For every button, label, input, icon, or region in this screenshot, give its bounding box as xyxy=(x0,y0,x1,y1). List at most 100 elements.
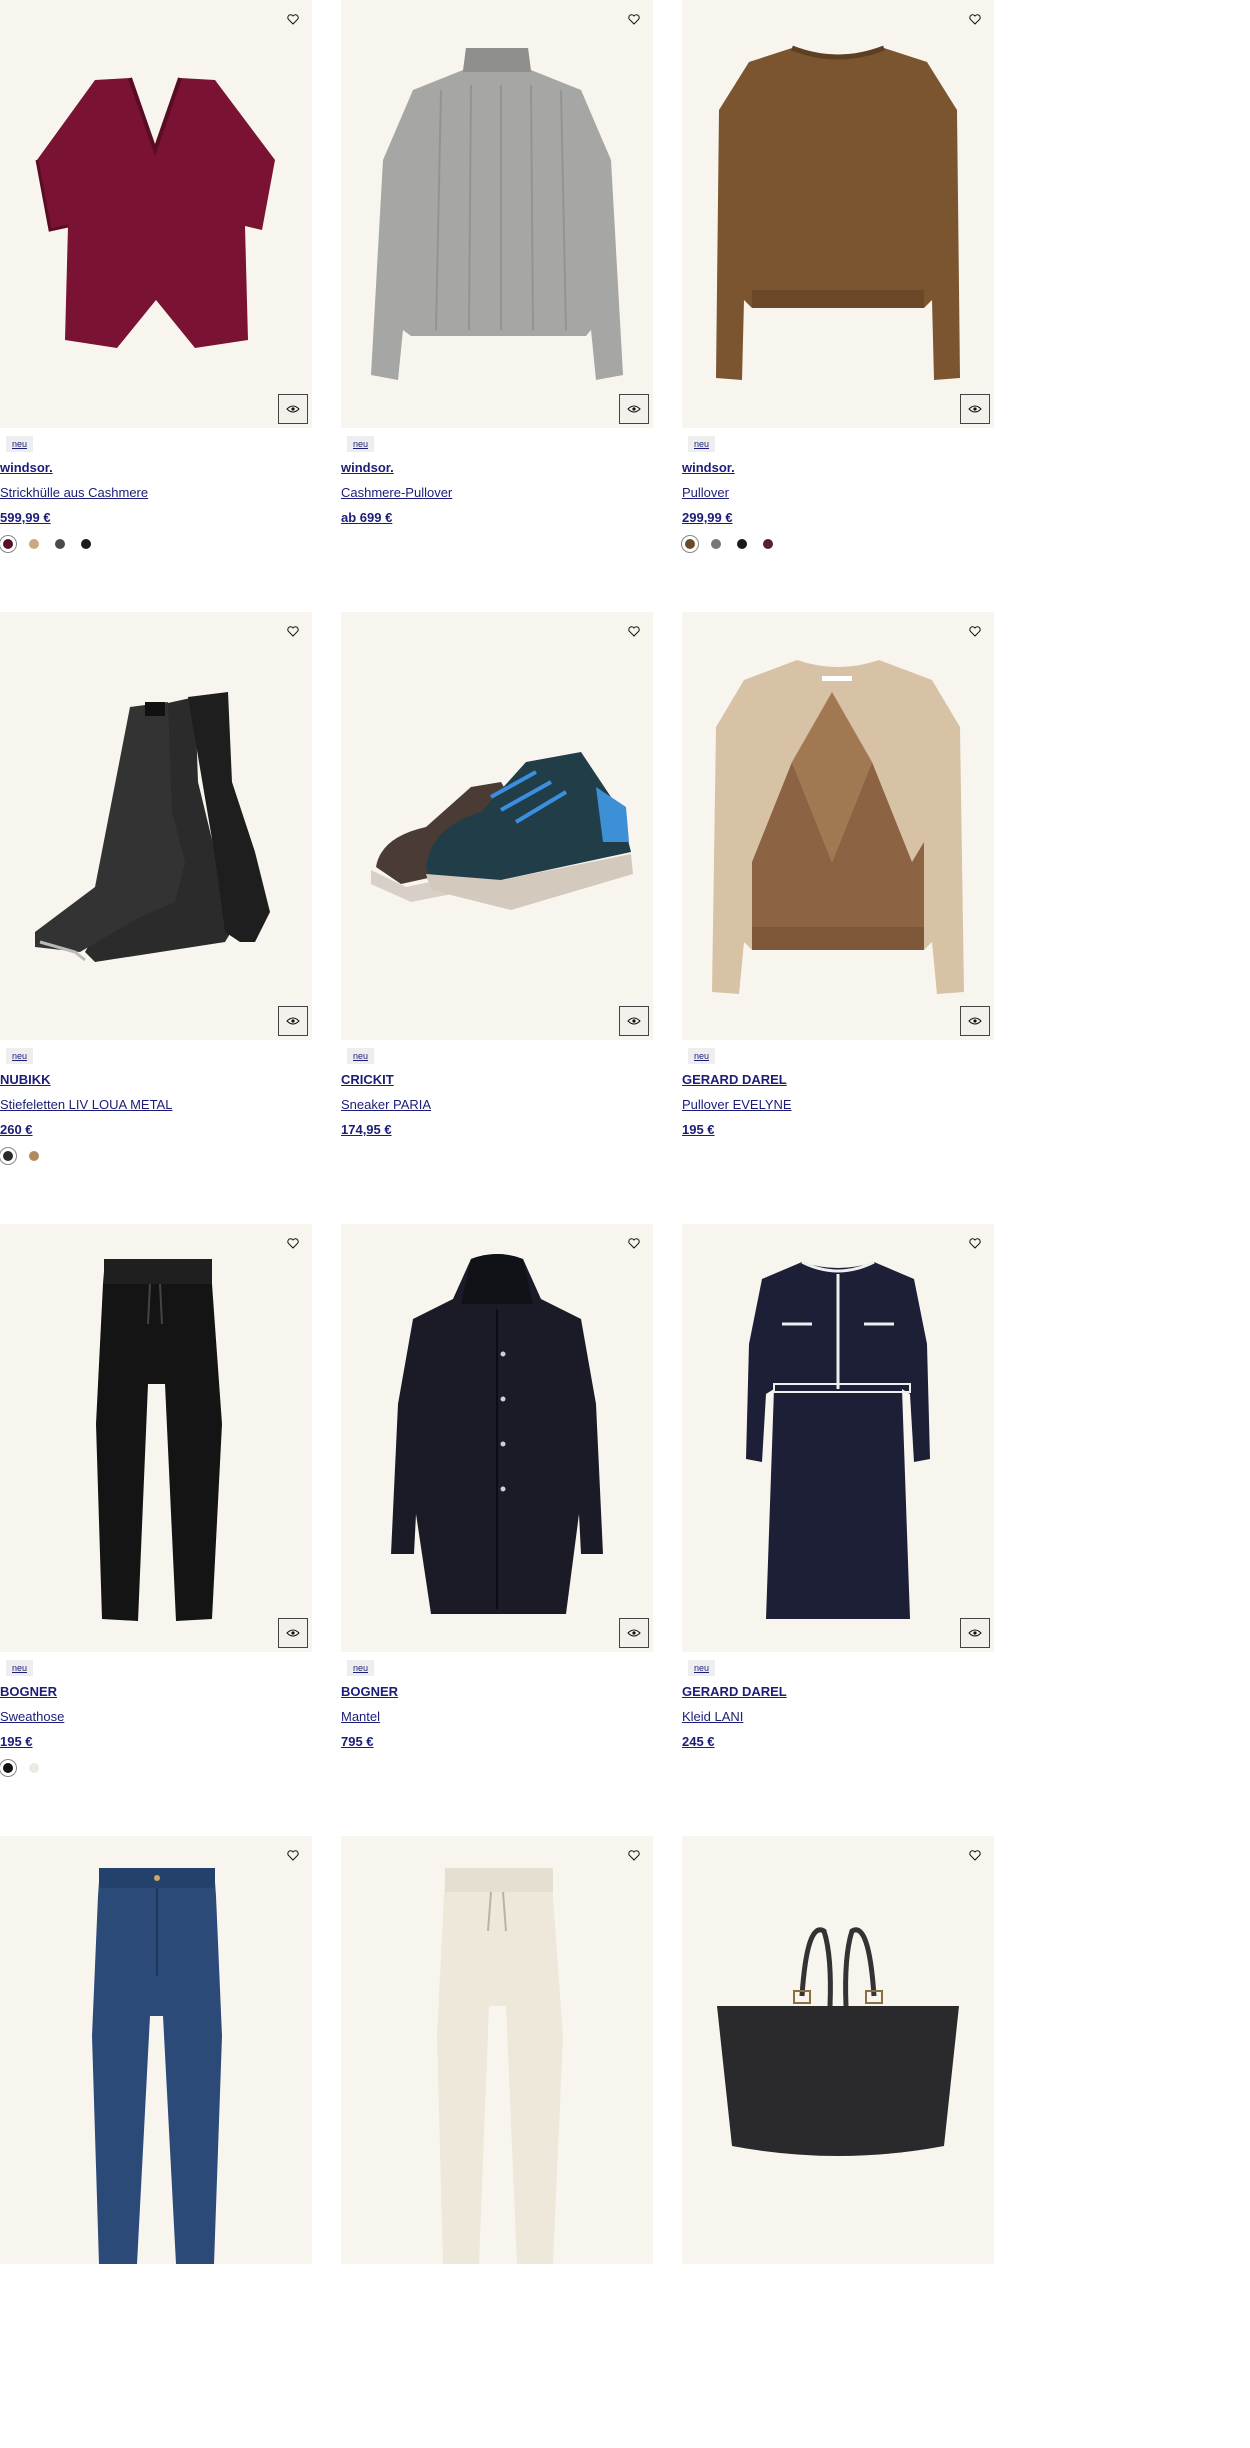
wishlist-button[interactable] xyxy=(966,622,984,640)
product-name[interactable]: Strickhülle aus Cashmere xyxy=(0,485,312,500)
product-price[interactable]: 299,99 € xyxy=(682,510,994,525)
color-swatch[interactable] xyxy=(81,539,91,549)
product-image[interactable] xyxy=(341,1224,653,1652)
product-brand[interactable]: windsor. xyxy=(0,460,312,475)
product-brand[interactable]: GERARD DAREL xyxy=(682,1072,994,1087)
product-name[interactable]: Cashmere-Pullover xyxy=(341,485,653,500)
product-name[interactable]: Pullover xyxy=(682,485,994,500)
product-price[interactable]: 260 € xyxy=(0,1122,312,1137)
product-brand[interactable]: BOGNER xyxy=(0,1684,312,1699)
product-name[interactable]: Mantel xyxy=(341,1709,653,1724)
wishlist-button[interactable] xyxy=(966,1234,984,1252)
color-swatch[interactable] xyxy=(681,535,699,553)
product-price[interactable]: 174,95 € xyxy=(341,1122,653,1137)
color-swatch[interactable] xyxy=(0,1759,17,1777)
product-price[interactable]: 195 € xyxy=(0,1734,312,1749)
product-card[interactable]: neu windsor. Pullover 299,99 € xyxy=(681,0,994,612)
wishlist-button[interactable] xyxy=(966,1846,984,1864)
product-card[interactable]: neu CRICKIT Sneaker PARIA 174,95 € xyxy=(341,612,653,1224)
new-badge: neu xyxy=(6,1660,34,1676)
product-image[interactable] xyxy=(0,0,312,428)
wishlist-button[interactable] xyxy=(284,1846,302,1864)
color-swatch[interactable] xyxy=(763,539,773,549)
product-image[interactable] xyxy=(0,1224,312,1652)
heart-icon xyxy=(287,1849,299,1861)
grey-sweater-image xyxy=(371,48,623,380)
quick-view-button[interactable] xyxy=(619,394,649,424)
product-name[interactable]: Sweathose xyxy=(0,1709,312,1724)
quick-view-button[interactable] xyxy=(960,394,990,424)
color-swatch[interactable] xyxy=(29,539,39,549)
product-image[interactable] xyxy=(341,1836,653,2264)
wishlist-button[interactable] xyxy=(625,622,643,640)
product-name[interactable]: Sneaker PARIA xyxy=(341,1097,653,1112)
color-swatch[interactable] xyxy=(0,1147,17,1165)
product-name[interactable]: Pullover EVELYNE xyxy=(682,1097,994,1112)
bag-image xyxy=(717,1927,959,2156)
product-brand[interactable]: windsor. xyxy=(341,460,653,475)
wishlist-button[interactable] xyxy=(284,622,302,640)
product-image[interactable] xyxy=(682,0,994,428)
product-brand[interactable]: windsor. xyxy=(682,460,994,475)
product-brand[interactable]: NUBIKK xyxy=(0,1072,312,1087)
heart-icon xyxy=(628,1237,640,1249)
product-card[interactable]: neu GERARD DAREL Pullover EVELYNE 195 € xyxy=(682,612,994,1224)
product-price[interactable]: 195 € xyxy=(682,1122,994,1137)
quick-view-button[interactable] xyxy=(278,394,308,424)
product-image[interactable] xyxy=(0,612,312,1040)
color-swatch[interactable] xyxy=(29,1763,39,1773)
product-card[interactable]: neu windsor. Strickhülle aus Cashmere 59… xyxy=(0,0,312,612)
product-price[interactable]: 245 € xyxy=(682,1734,994,1749)
quick-view-button[interactable] xyxy=(278,1618,308,1648)
product-card[interactable] xyxy=(0,1836,312,2448)
product-card[interactable] xyxy=(682,1836,994,2448)
eye-icon xyxy=(968,1629,982,1637)
product-card[interactable]: neu windsor. Cashmere-Pullover ab 699 € xyxy=(341,0,653,612)
product-price[interactable]: ab 699 € xyxy=(341,510,653,525)
new-badge: neu xyxy=(688,436,716,452)
color-swatch[interactable] xyxy=(55,539,65,549)
jeans-image xyxy=(92,1868,222,2264)
product-name[interactable]: Stiefeletten LIV LOUA METAL xyxy=(0,1097,312,1112)
quick-view-button[interactable] xyxy=(960,1618,990,1648)
product-price[interactable]: 599,99 € xyxy=(0,510,312,525)
wishlist-button[interactable] xyxy=(284,10,302,28)
product-image[interactable] xyxy=(682,612,994,1040)
color-swatches xyxy=(0,1759,312,1777)
color-swatch[interactable] xyxy=(0,535,17,553)
wishlist-button[interactable] xyxy=(966,10,984,28)
new-badge: neu xyxy=(6,436,34,452)
product-brand[interactable]: GERARD DAREL xyxy=(682,1684,994,1699)
eye-icon xyxy=(286,405,300,413)
product-name[interactable]: Kleid LANI xyxy=(682,1709,994,1724)
product-price[interactable]: 795 € xyxy=(341,1734,653,1749)
product-brand[interactable]: BOGNER xyxy=(341,1684,653,1699)
product-image[interactable] xyxy=(682,1224,994,1652)
heart-icon xyxy=(287,1237,299,1249)
product-image[interactable] xyxy=(341,612,653,1040)
quick-view-button[interactable] xyxy=(960,1006,990,1036)
color-swatch[interactable] xyxy=(711,539,721,549)
heart-icon xyxy=(969,1237,981,1249)
product-card[interactable] xyxy=(341,1836,653,2448)
wishlist-button[interactable] xyxy=(625,1846,643,1864)
wishlist-button[interactable] xyxy=(625,1234,643,1252)
product-card[interactable]: neu BOGNER Sweathose 195 € xyxy=(0,1224,312,1836)
product-brand[interactable]: CRICKIT xyxy=(341,1072,653,1087)
product-card[interactable]: neu NUBIKK Stiefeletten LIV LOUA METAL 2… xyxy=(0,612,312,1224)
cardigan-image xyxy=(35,77,275,348)
cream-pants-image xyxy=(437,1868,563,2264)
product-image[interactable] xyxy=(682,1836,994,2264)
product-image[interactable] xyxy=(341,0,653,428)
product-card[interactable]: neu BOGNER Mantel 795 € xyxy=(341,1224,653,1836)
product-image[interactable] xyxy=(0,1836,312,2264)
quick-view-button[interactable] xyxy=(278,1006,308,1036)
wishlist-button[interactable] xyxy=(284,1234,302,1252)
color-swatch[interactable] xyxy=(29,1151,39,1161)
color-swatch[interactable] xyxy=(737,539,747,549)
quick-view-button[interactable] xyxy=(619,1618,649,1648)
heart-icon xyxy=(628,1849,640,1861)
wishlist-button[interactable] xyxy=(625,10,643,28)
quick-view-button[interactable] xyxy=(619,1006,649,1036)
product-card[interactable]: neu GERARD DAREL Kleid LANI 245 € xyxy=(682,1224,994,1836)
